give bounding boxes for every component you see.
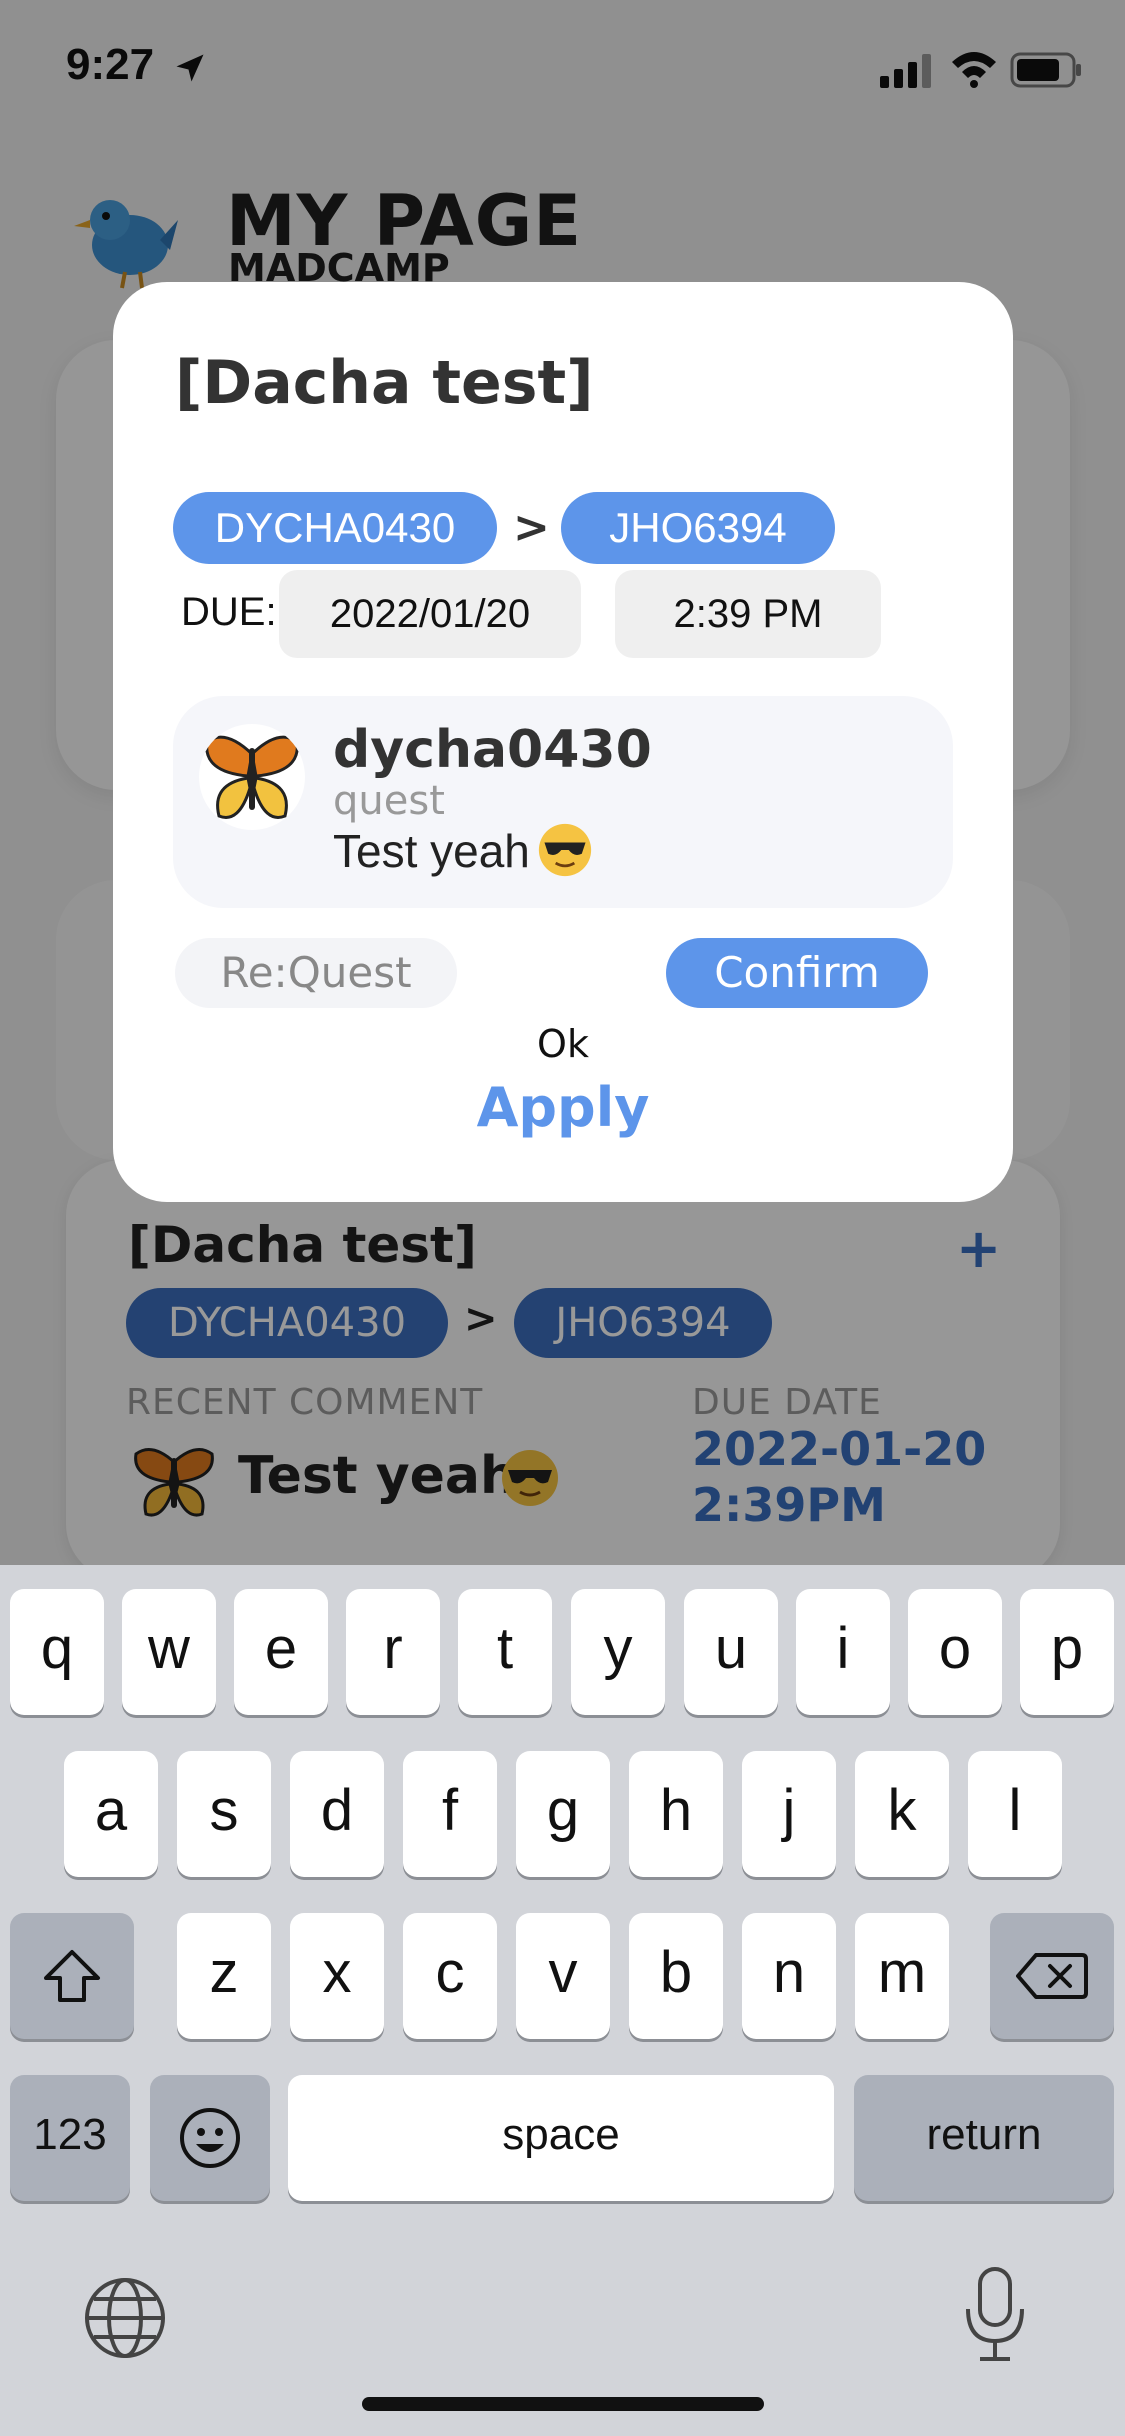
key-x[interactable]: x: [290, 1913, 384, 2039]
avatar: [199, 724, 305, 830]
butterfly-icon: [205, 735, 299, 819]
key-m[interactable]: m: [855, 1913, 949, 2039]
delete-icon: [1016, 1953, 1088, 1999]
shift-icon: [44, 1950, 100, 2002]
key-f[interactable]: f: [403, 1751, 497, 1877]
quest-modal: [Dacha test] DYCHA0430 > JHO6394 DUE: 20…: [113, 282, 1013, 1202]
mic-icon[interactable]: [960, 2265, 1030, 2365]
key-k[interactable]: k: [855, 1751, 949, 1877]
comment-box: dycha0430 quest Test yeah: [173, 696, 953, 908]
home-indicator: [362, 2397, 764, 2411]
key-b[interactable]: b: [629, 1913, 723, 2039]
due-date-field[interactable]: 2022/01/20: [279, 570, 581, 658]
emoji-icon: [180, 2108, 240, 2168]
space-key[interactable]: space: [288, 2075, 834, 2201]
key-v[interactable]: v: [516, 1913, 610, 2039]
key-c[interactable]: c: [403, 1913, 497, 2039]
shift-key[interactable]: [10, 1913, 134, 2039]
key-z[interactable]: z: [177, 1913, 271, 2039]
ok-button[interactable]: Ok: [113, 1022, 1013, 1066]
key-y[interactable]: y: [571, 1589, 665, 1715]
key-s[interactable]: s: [177, 1751, 271, 1877]
key-l[interactable]: l: [968, 1751, 1062, 1877]
numbers-key[interactable]: 123: [10, 2075, 130, 2201]
comment-type: quest: [333, 778, 445, 824]
key-i[interactable]: i: [796, 1589, 890, 1715]
comment-text: Test yeah: [333, 825, 530, 877]
request-button[interactable]: Re:Quest: [175, 938, 457, 1008]
due-label: DUE:: [181, 590, 277, 634]
key-j[interactable]: j: [742, 1751, 836, 1877]
key-h[interactable]: h: [629, 1751, 723, 1877]
key-r[interactable]: r: [346, 1589, 440, 1715]
modal-to-chip: JHO6394: [561, 492, 835, 564]
key-w[interactable]: w: [122, 1589, 216, 1715]
comment-username: dycha0430: [333, 720, 652, 780]
globe-icon[interactable]: [82, 2275, 168, 2361]
keyboard: q w e r t y u i o p a s d f g h j k l z …: [0, 1565, 1125, 2436]
key-g[interactable]: g: [516, 1751, 610, 1877]
key-o[interactable]: o: [908, 1589, 1002, 1715]
key-u[interactable]: u: [684, 1589, 778, 1715]
due-time-field[interactable]: 2:39 PM: [615, 570, 881, 658]
key-t[interactable]: t: [458, 1589, 552, 1715]
return-key[interactable]: return: [854, 2075, 1114, 2201]
modal-arrow: >: [513, 502, 550, 553]
delete-key[interactable]: [990, 1913, 1114, 2039]
modal-title: [Dacha test]: [175, 348, 594, 418]
key-n[interactable]: n: [742, 1913, 836, 2039]
key-q[interactable]: q: [10, 1589, 104, 1715]
key-p[interactable]: p: [1020, 1589, 1114, 1715]
key-d[interactable]: d: [290, 1751, 384, 1877]
confirm-button[interactable]: Confirm: [666, 938, 928, 1008]
key-a[interactable]: a: [64, 1751, 158, 1877]
sunglasses-emoji-icon: [538, 823, 592, 877]
key-e[interactable]: e: [234, 1589, 328, 1715]
modal-from-chip: DYCHA0430: [173, 492, 497, 564]
emoji-key[interactable]: [150, 2075, 270, 2201]
apply-button[interactable]: Apply: [113, 1076, 1013, 1139]
